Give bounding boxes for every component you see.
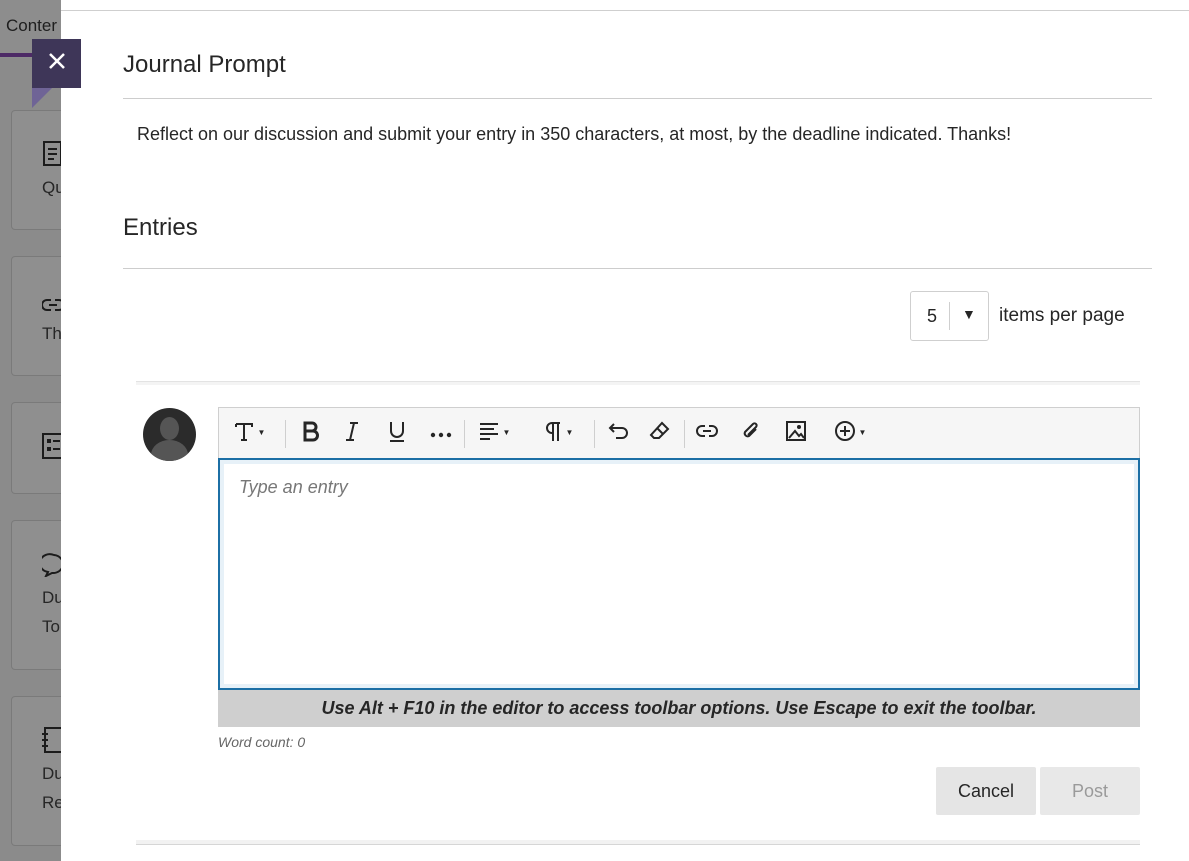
cancel-button[interactable]: Cancel — [936, 767, 1036, 815]
toolbar-separator — [464, 420, 465, 448]
items-per-page-select[interactable]: 5 ▼ — [910, 291, 989, 341]
background-course-page: Conter Qu Th Du To Du Re — [0, 0, 70, 861]
italic-icon — [341, 420, 363, 447]
entry-placeholder: Type an entry — [239, 477, 348, 497]
avatar-head — [160, 417, 179, 440]
insert-link-button[interactable] — [687, 408, 727, 459]
background-tab-label: Conter — [6, 16, 58, 35]
avatar — [143, 408, 196, 461]
caret-down-icon: ▼ — [257, 428, 266, 437]
journal-panel: Journal Prompt Reflect on our discussion… — [61, 0, 1189, 861]
title-divider — [123, 98, 1152, 99]
caret-down-icon: ▼ — [962, 306, 976, 322]
entries-divider — [123, 268, 1152, 269]
select-divider — [949, 302, 950, 330]
underline-icon — [386, 420, 408, 447]
undo-button[interactable] — [599, 408, 639, 459]
clear-format-button[interactable] — [640, 408, 680, 459]
editor-toolbar: ▼ ▼ ▼ ▼ — [218, 407, 1140, 460]
more-icon — [430, 425, 452, 443]
close-icon — [47, 51, 67, 76]
attachment-icon — [740, 420, 762, 447]
panel-top-divider — [61, 10, 1189, 11]
underline-button[interactable] — [377, 408, 417, 459]
items-per-page-label: items per page — [999, 305, 1125, 326]
paragraph-icon — [543, 420, 563, 447]
toolbar-hint-text: Use Alt + F10 in the editor to access to… — [321, 698, 1037, 718]
text-style-button[interactable]: ▼ — [227, 408, 271, 459]
bold-button[interactable] — [291, 408, 331, 459]
background-tab-underline — [0, 53, 32, 57]
caret-down-icon: ▼ — [858, 428, 867, 437]
close-button-flag — [32, 88, 52, 108]
entry-divider-shadow — [136, 382, 1140, 385]
close-panel-button[interactable] — [32, 39, 81, 88]
background-card-text: Th — [42, 324, 62, 343]
text-style-icon — [233, 420, 255, 447]
toolbar-hint: Use Alt + F10 in the editor to access to… — [218, 690, 1140, 727]
image-icon — [785, 420, 807, 447]
link-icon — [696, 423, 718, 444]
attach-file-button[interactable] — [731, 408, 771, 459]
align-icon — [478, 421, 500, 446]
insert-image-button[interactable] — [776, 408, 816, 459]
caret-down-icon: ▼ — [565, 428, 574, 437]
entry-editor[interactable]: Type an entry — [218, 458, 1140, 690]
journal-prompt-text: Reflect on our discussion and submit you… — [137, 124, 1012, 144]
entries-heading: Entries — [123, 214, 198, 241]
entry-divider-bottom — [136, 840, 1140, 845]
page-title: Journal Prompt — [123, 51, 286, 78]
post-button[interactable]: Post — [1040, 767, 1140, 815]
paragraph-button[interactable]: ▼ — [535, 408, 581, 459]
caret-down-icon: ▼ — [502, 428, 511, 437]
avatar-body — [151, 440, 188, 461]
clear-format-icon — [649, 420, 671, 447]
italic-button[interactable] — [332, 408, 372, 459]
toolbar-separator — [594, 420, 595, 448]
insert-content-icon — [834, 420, 856, 447]
more-button[interactable] — [421, 408, 461, 459]
word-count: Word count: 0 — [218, 734, 306, 750]
insert-content-button[interactable]: ▼ — [823, 408, 877, 459]
toolbar-separator — [285, 420, 286, 448]
items-per-page-value: 5 — [927, 306, 938, 326]
align-button[interactable]: ▼ — [471, 408, 517, 459]
background-card-text-2: To — [42, 617, 60, 636]
toolbar-separator — [684, 420, 685, 448]
bold-icon — [300, 420, 322, 447]
undo-icon — [608, 421, 630, 446]
